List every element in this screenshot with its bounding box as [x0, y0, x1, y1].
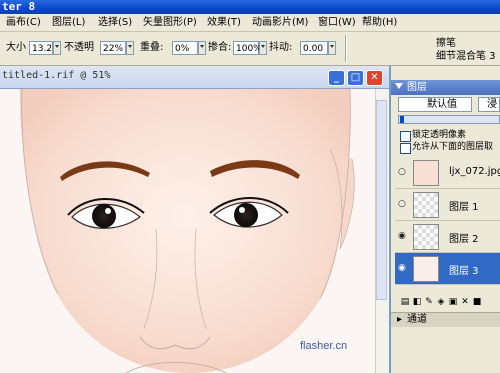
menu-shapes[interactable]: 矢量图形(P)	[143, 16, 197, 30]
opacity-stepper[interactable]	[126, 41, 134, 55]
layer-tool-icons[interactable]: ▤	[400, 297, 410, 307]
brush-variant[interactable]: 细节混合笔 3	[436, 50, 496, 64]
menu-effects[interactable]: 效果(T)	[207, 16, 241, 30]
layer-row[interactable]: ○ ljx_072.jpg	[395, 157, 500, 189]
layer-thumbnail	[413, 160, 439, 186]
toolbar-divider	[345, 35, 347, 62]
channels-header[interactable]: ▸ 通道	[391, 312, 500, 327]
opacity-field[interactable]: 22%	[100, 41, 126, 55]
blend-label: 掺合:	[208, 42, 232, 53]
channels-label: 通道	[407, 314, 427, 325]
pick-up-underlying-label: 允许从下面的图层取	[412, 142, 494, 152]
painting-canvas[interactable]: flasher.cn	[0, 89, 375, 373]
size-stepper[interactable]	[53, 41, 61, 55]
layer-thumbnail	[413, 192, 439, 218]
blend-field[interactable]: 100%	[233, 41, 262, 55]
layer-tool-icons[interactable]: ✎	[424, 297, 434, 307]
layers-panel-header[interactable]: 图层	[391, 80, 500, 95]
composite-method-select[interactable]: 默认值	[398, 97, 472, 112]
layer-row[interactable]: ○ 图层 1	[395, 189, 500, 221]
layer-name: ljx_072.jpg	[449, 166, 500, 177]
brush-category[interactable]: 擦笔	[436, 37, 456, 51]
eye-icon[interactable]: ◉	[398, 231, 406, 241]
maximize-icon[interactable]: □	[347, 70, 364, 86]
depth-select[interactable]: 浸	[478, 97, 500, 112]
layer-name: 图层 1	[449, 202, 479, 213]
menu-movie[interactable]: 动画影片(M)	[252, 16, 308, 30]
menu-layers[interactable]: 图层(L)	[52, 16, 85, 30]
pick-up-underlying-checkbox[interactable]	[400, 143, 411, 154]
opacity-slider-handle[interactable]	[400, 116, 404, 123]
preserve-transparency-checkbox[interactable]	[400, 131, 411, 142]
size-field[interactable]: 13.2	[29, 41, 53, 55]
blend-stepper[interactable]	[259, 41, 267, 55]
app-title: ter 8	[2, 0, 36, 13]
layer-tool-icons[interactable]: ▣	[448, 297, 458, 307]
eye-icon[interactable]: ○	[398, 199, 406, 209]
minimize-icon[interactable]: _	[328, 70, 345, 86]
layer-name: 图层 2	[449, 234, 479, 245]
eye-icon[interactable]: ◉	[398, 263, 406, 273]
jitter-label: 抖动:	[269, 42, 293, 53]
property-bar: 大小 13.2 不透明 22% 重叠: 0% 掺合: 100% 抖动: 0.00…	[0, 32, 500, 94]
layer-tool-icons[interactable]: ✕	[460, 297, 470, 307]
jitter-stepper[interactable]	[328, 41, 336, 55]
document-title: titled-1.rif @ 51%	[2, 70, 111, 81]
menu-canvas[interactable]: 画布(C)	[6, 16, 41, 30]
portrait-artwork: flasher.cn	[0, 89, 375, 373]
app-title-bar: ter 8	[0, 0, 500, 14]
watermark-text: flasher.cn	[300, 340, 347, 352]
layer-tool-icons[interactable]: ◈	[436, 297, 446, 307]
menu-help[interactable]: 帮助(H)	[362, 16, 397, 30]
layer-tool-icons[interactable]: ■	[472, 297, 482, 307]
jitter-field[interactable]: 0.00	[300, 41, 328, 55]
opacity-slider[interactable]	[398, 115, 500, 124]
scrollbar-thumb[interactable]	[376, 100, 387, 300]
layer-tool-icons[interactable]: ◧	[412, 297, 422, 307]
layers-panel-title: 图层	[407, 82, 427, 93]
size-label: 大小	[6, 42, 26, 53]
expand-icon[interactable]: ▸	[397, 314, 402, 326]
overlap-stepper[interactable]	[198, 41, 206, 55]
overlap-label: 重叠:	[140, 42, 164, 53]
layer-thumbnail	[413, 224, 439, 250]
menu-window[interactable]: 窗口(W)	[318, 16, 356, 30]
close-icon[interactable]: ✕	[366, 70, 383, 86]
layer-row[interactable]: ◉ 图层 2	[395, 221, 500, 253]
collapse-icon[interactable]	[395, 83, 403, 89]
menu-select[interactable]: 选择(S)	[98, 16, 132, 30]
eye-icon[interactable]: ○	[398, 167, 406, 177]
layer-name: 图层 3	[449, 266, 479, 277]
layer-row-selected[interactable]: ◉ 图层 3	[395, 253, 500, 285]
opacity-label: 不透明	[64, 42, 94, 53]
layer-thumbnail	[413, 256, 439, 282]
overlap-field[interactable]: 0%	[172, 41, 198, 55]
menu-bar: 画布(C) 图层(L) 选择(S) 矢量图形(P) 效果(T) 动画影片(M) …	[0, 14, 500, 32]
